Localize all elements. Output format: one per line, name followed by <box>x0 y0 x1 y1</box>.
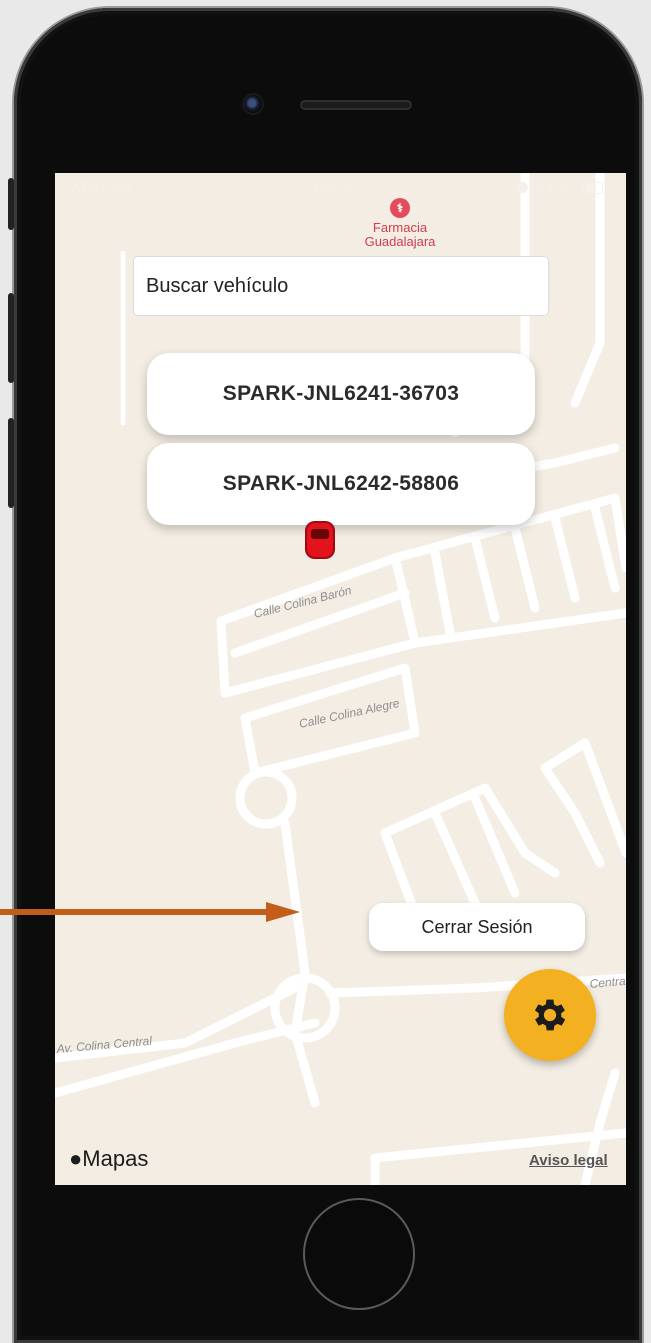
poi-pharmacy[interactable]: ⚕ Farmacia Guadalajara <box>345 198 455 249</box>
vehicle-button[interactable]: SPARK-JNL6241-36703 <box>147 353 535 435</box>
battery-percentage: 54 % <box>537 180 572 197</box>
vehicle-button[interactable]: SPARK-JNL6242-58806 <box>147 443 535 525</box>
battery-icon <box>583 182 603 194</box>
legal-link[interactable]: Aviso legal <box>529 1152 608 1169</box>
settings-button[interactable] <box>504 969 596 1061</box>
annotation-arrow-icon <box>0 902 300 922</box>
vehicle-marker-icon[interactable] <box>305 521 335 559</box>
status-bar: AT&T 4G 2:42 p.m. 54 % <box>55 173 626 205</box>
home-button[interactable] <box>303 1198 415 1310</box>
volume-down-button <box>8 418 14 508</box>
apple-maps-logo: ●Mapas <box>69 1146 149 1171</box>
search-input[interactable]: Buscar vehículo <box>133 256 549 316</box>
alarm-icon <box>517 182 528 193</box>
apple-icon: ● <box>69 1146 83 1171</box>
earpiece-speaker <box>300 100 412 110</box>
logout-button[interactable]: Cerrar Sesión <box>369 903 585 951</box>
poi-label: Farmacia Guadalajara <box>364 220 436 249</box>
front-camera <box>244 95 262 113</box>
mute-switch <box>8 178 14 230</box>
app-screen: Calle Colina Barón Calle Colina Alegre A… <box>55 173 626 1185</box>
volume-up-button <box>8 293 14 383</box>
gear-icon <box>534 999 566 1031</box>
carrier-label: AT&T 4G <box>71 180 133 197</box>
clock: 2:42 p.m. <box>298 180 361 197</box>
pharmacy-icon: ⚕ <box>390 198 410 218</box>
